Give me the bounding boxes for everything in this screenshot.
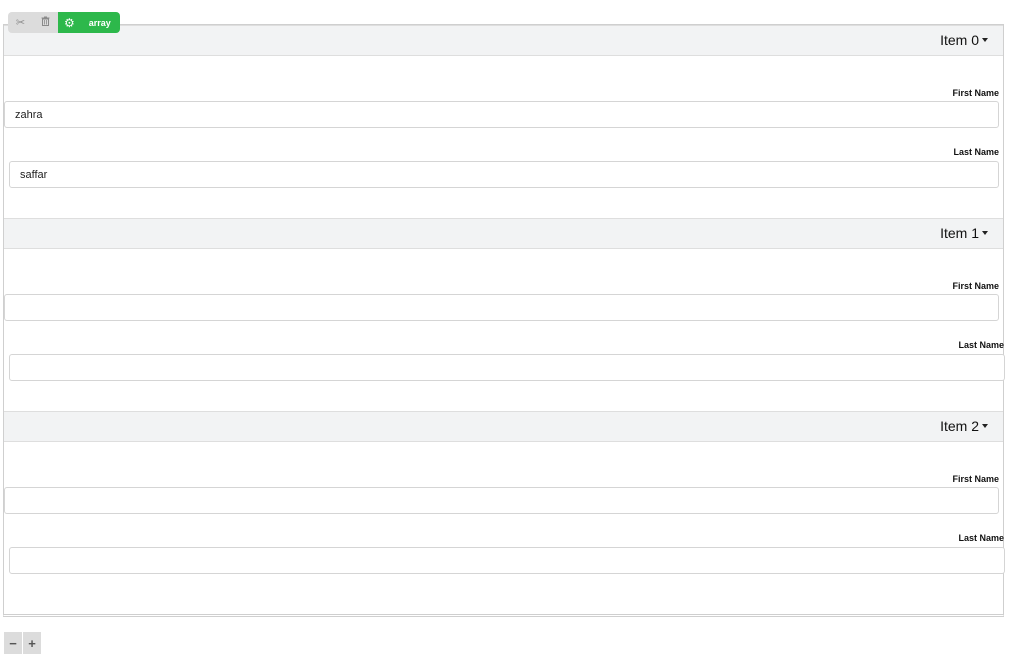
- trash-icon: [41, 16, 50, 29]
- item-header-0[interactable]: Item 0: [4, 25, 1003, 56]
- item-header-2[interactable]: Item 2: [4, 411, 1003, 442]
- last-name-input[interactable]: [9, 354, 1005, 381]
- item-title: Item 1: [940, 225, 988, 241]
- first-name-input[interactable]: [4, 487, 999, 514]
- last-name-label: Last Name: [958, 340, 1004, 350]
- caret-down-icon: [982, 231, 988, 236]
- array-type-label: array: [88, 17, 111, 28]
- delete-button[interactable]: [33, 12, 58, 33]
- scissors-icon: ✂: [15, 17, 26, 29]
- remove-item-button[interactable]: −: [4, 632, 22, 654]
- array-controls: − +: [4, 632, 41, 654]
- array-settings-button[interactable]: ⚙ array: [58, 12, 120, 33]
- item-title: Item 2: [940, 418, 988, 434]
- last-name-input[interactable]: [9, 547, 1005, 574]
- cut-button[interactable]: ✂: [8, 12, 33, 33]
- first-name-input[interactable]: [4, 101, 999, 128]
- item-header-1[interactable]: Item 1: [4, 218, 1003, 249]
- array-toolbar: ✂ ⚙ array: [8, 12, 120, 33]
- array-panel: Item 0 First Name Last Name Item 1 First…: [3, 24, 1005, 617]
- last-name-input[interactable]: [9, 161, 999, 188]
- first-name-label: First Name: [952, 281, 999, 291]
- first-name-label: First Name: [952, 474, 999, 484]
- first-name-label: First Name: [952, 88, 999, 98]
- caret-down-icon: [982, 424, 988, 429]
- add-item-button[interactable]: +: [23, 632, 41, 654]
- first-name-input[interactable]: [4, 294, 999, 321]
- last-name-label: Last Name: [958, 533, 1004, 543]
- item-title: Item 0: [940, 32, 988, 48]
- caret-down-icon: [982, 38, 988, 43]
- last-name-label: Last Name: [953, 147, 999, 157]
- gear-icon: ⚙: [64, 15, 75, 30]
